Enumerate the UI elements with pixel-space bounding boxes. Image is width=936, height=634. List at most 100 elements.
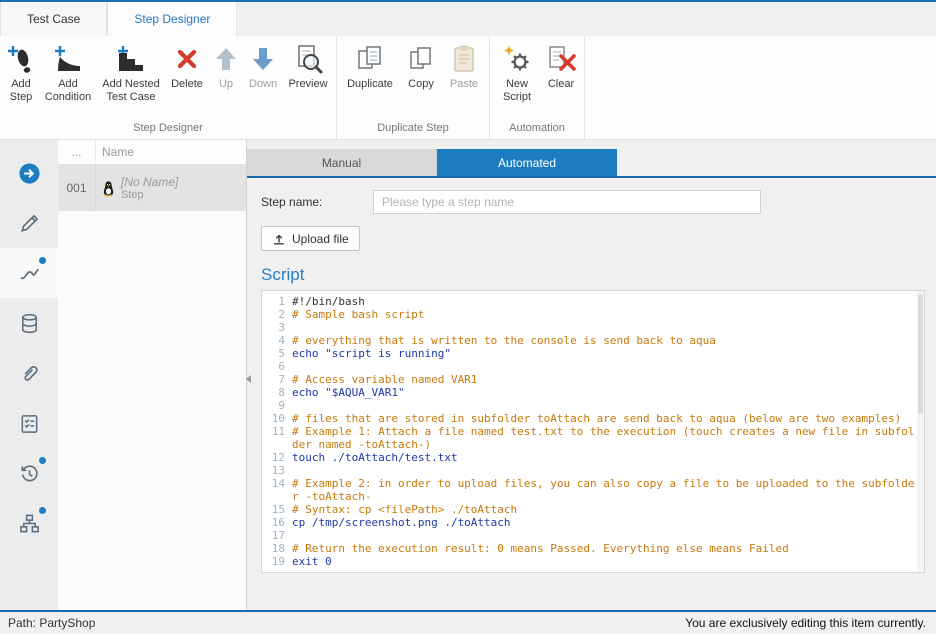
ribbon-group-label: Duplicate Step xyxy=(340,120,486,138)
duplicate-icon xyxy=(354,43,386,75)
sidebar-item-database[interactable] xyxy=(0,298,58,348)
sidebar-item-steps[interactable] xyxy=(0,248,58,298)
left-icon-rail xyxy=(0,140,58,610)
code-text xyxy=(292,464,917,477)
code-line: 19exit 0 xyxy=(262,555,924,568)
code-text: # Access variable named VAR1 xyxy=(292,373,917,386)
step-name-label: Step name: xyxy=(261,195,373,209)
down-icon xyxy=(247,43,279,75)
code-line: 2# Sample bash script xyxy=(262,308,924,321)
window-tab-step-designer[interactable]: Step Designer xyxy=(107,2,237,36)
content-panel: ManualAutomated Step name: Upload file S… xyxy=(247,140,936,610)
status-bar: Path: PartyShop You are exclusively edit… xyxy=(0,610,936,634)
code-line: 12touch ./toAttach/test.txt xyxy=(262,451,924,464)
code-text: # Return the execution result: 0 means P… xyxy=(292,542,917,555)
code-text: echo "$AQUA_VAR1" xyxy=(292,386,917,399)
steps-icon xyxy=(18,262,41,285)
add-step-icon xyxy=(5,43,37,75)
edit-icon xyxy=(18,212,41,235)
code-text: # Syntax: cp <filePath> ./toAttach xyxy=(292,503,917,516)
line-number: 4 xyxy=(262,334,292,347)
step-name-row: Step name: xyxy=(261,190,936,214)
sidebar-item-attachment[interactable] xyxy=(0,348,58,398)
line-number: 16 xyxy=(262,516,292,529)
line-number: 9 xyxy=(262,399,292,412)
code-line: 10# files that are stored in subfolder t… xyxy=(262,412,924,425)
ribbon-button-delete[interactable]: Delete xyxy=(165,40,209,91)
steps-column-header: ... xyxy=(58,140,96,164)
steps-list-panel: ...Name 001[No Name]Step xyxy=(58,140,247,610)
tab-automated[interactable]: Automated xyxy=(437,149,617,176)
ribbon-button-preview[interactable]: Preview xyxy=(283,40,333,91)
line-number: 18 xyxy=(262,542,292,555)
code-text: # Example 2: in order to upload files, y… xyxy=(292,477,917,503)
sidebar-item-checklist[interactable] xyxy=(0,398,58,448)
code-line: 1#!/bin/bash xyxy=(262,295,924,308)
ribbon-button-label: Down xyxy=(249,78,277,91)
code-line: 6 xyxy=(262,360,924,373)
sidebar-item-history[interactable] xyxy=(0,448,58,498)
steps-list-header: ...Name xyxy=(58,140,246,165)
editor-scrollbar[interactable] xyxy=(917,291,924,572)
code-line: 18# Return the execution result: 0 means… xyxy=(262,542,924,555)
code-line: 11# Example 1: Attach a file named test.… xyxy=(262,425,924,451)
editor-scrollbar-thumb[interactable] xyxy=(918,294,923,414)
line-number: 19 xyxy=(262,555,292,568)
ribbon-button-add-nested-test-case[interactable]: Add Nested Test Case xyxy=(97,40,165,104)
code-lines: 1#!/bin/bash2# Sample bash script3 4# ev… xyxy=(262,291,924,568)
step-row-text: [No Name]Step xyxy=(121,175,178,201)
sidebar-item-edit[interactable] xyxy=(0,198,58,248)
history-icon xyxy=(18,462,41,485)
line-number: 7 xyxy=(262,373,292,386)
database-icon xyxy=(18,312,41,335)
ribbon-button-down[interactable]: Down xyxy=(243,40,283,91)
ribbon-button-up[interactable]: Up xyxy=(209,40,243,91)
code-text: cp /tmp/screenshot.png ./toAttach xyxy=(292,516,917,529)
main-area: ...Name 001[No Name]Step ManualAutomated… xyxy=(0,140,936,610)
step-name: [No Name] xyxy=(121,175,178,189)
line-number: 12 xyxy=(262,451,292,464)
steps-column-header: Name xyxy=(96,140,140,164)
code-text xyxy=(292,399,917,412)
ribbon-button-add-step[interactable]: Add Step xyxy=(3,40,39,104)
window-tab-test-case[interactable]: Test Case xyxy=(0,2,107,36)
code-line: 7# Access variable named VAR1 xyxy=(262,373,924,386)
ribbon-button-clear[interactable]: Clear xyxy=(541,40,581,91)
ribbon-button-duplicate[interactable]: Duplicate xyxy=(340,40,400,91)
ribbon-button-label: Paste xyxy=(450,78,478,91)
ribbon-button-label: Copy xyxy=(408,78,434,91)
notification-dot xyxy=(39,507,46,514)
upload-icon xyxy=(272,232,286,246)
collapse-panel-icon[interactable] xyxy=(243,368,253,390)
steps-list-rows: 001[No Name]Step xyxy=(58,165,246,211)
tab-manual[interactable]: Manual xyxy=(247,149,437,176)
ribbon-button-label: Duplicate xyxy=(347,78,393,91)
nav-arrow-icon xyxy=(18,162,41,185)
script-code-editor[interactable]: 1#!/bin/bash2# Sample bash script3 4# ev… xyxy=(261,290,925,573)
ribbon-group-step-designer: Add StepAdd ConditionAdd Nested Test Cas… xyxy=(0,36,337,139)
code-line: 8echo "$AQUA_VAR1" xyxy=(262,386,924,399)
clear-icon xyxy=(545,43,577,75)
ribbon-button-add-condition[interactable]: Add Condition xyxy=(39,40,97,104)
step-row[interactable]: 001[No Name]Step xyxy=(58,165,246,211)
sidebar-item-nav-arrow[interactable] xyxy=(0,148,58,198)
line-number: 2 xyxy=(262,308,292,321)
code-line: 4# everything that is written to the con… xyxy=(262,334,924,347)
code-line: 14# Example 2: in order to upload files,… xyxy=(262,477,924,503)
ribbon-button-new-script[interactable]: New Script xyxy=(493,40,541,104)
line-number: 13 xyxy=(262,464,292,477)
ribbon-button-label: Delete xyxy=(171,78,203,91)
new-script-icon xyxy=(501,43,533,75)
checklist-icon xyxy=(18,412,41,435)
upload-file-button[interactable]: Upload file xyxy=(261,226,360,251)
step-row-body: [No Name]Step xyxy=(96,165,246,211)
ribbon-group-label: Automation xyxy=(493,120,581,138)
code-text: # everything that is written to the cons… xyxy=(292,334,917,347)
code-line: 17 xyxy=(262,529,924,542)
upload-file-label: Upload file xyxy=(292,232,349,246)
sidebar-item-hierarchy[interactable] xyxy=(0,498,58,548)
add-nested-test-case-icon xyxy=(115,43,147,75)
ribbon-button-copy[interactable]: Copy xyxy=(400,40,442,91)
ribbon-button-paste[interactable]: Paste xyxy=(442,40,486,91)
step-name-input[interactable] xyxy=(373,190,761,214)
